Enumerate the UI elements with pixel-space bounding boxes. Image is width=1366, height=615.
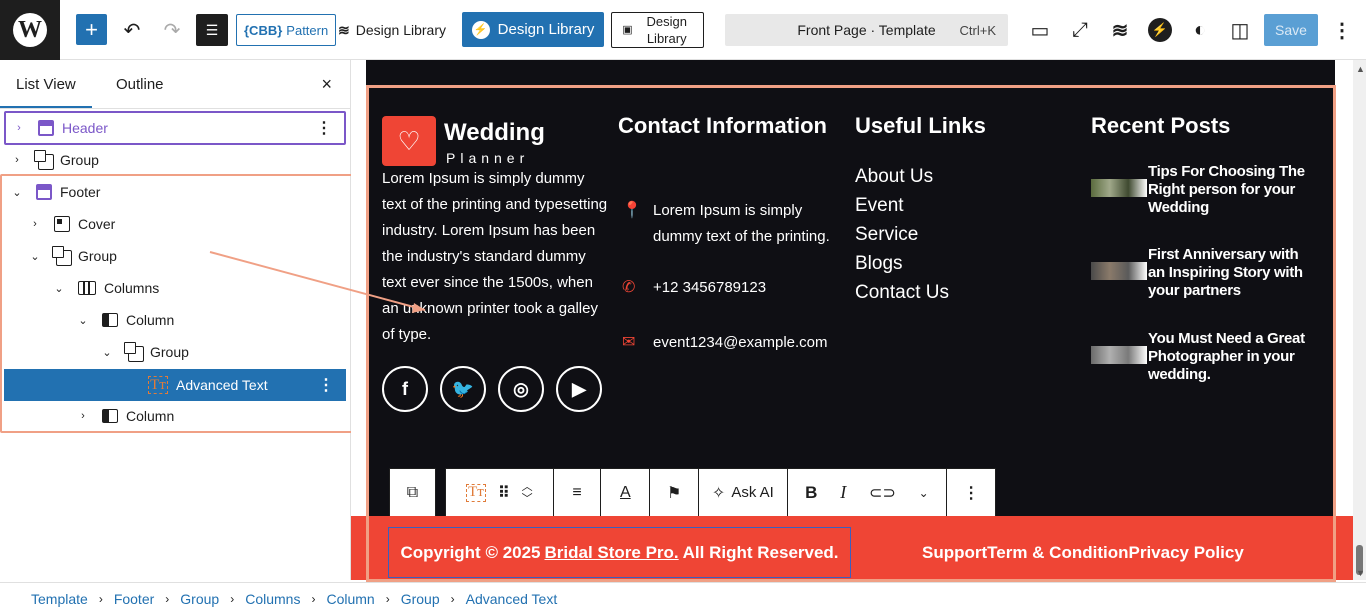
list-item-group[interactable]: › Group	[4, 144, 346, 176]
chevron-right-icon: ›	[385, 592, 390, 606]
column-icon	[102, 409, 118, 423]
chevron-right-icon[interactable]: ›	[76, 410, 90, 422]
editor-topbar: W + ↶ ↷ ☰ {CBB} Pattern ≋ Design Library ⚡…	[0, 0, 1366, 60]
chevron-right-icon: ›	[311, 592, 316, 606]
design-library-primary-button[interactable]: ⚡ Design Library	[462, 12, 604, 47]
chevron-right-icon[interactable]: ›	[10, 154, 24, 166]
chevron-down-icon[interactable]: ⌄	[28, 250, 42, 263]
canvas-gutter-right	[1335, 60, 1353, 580]
more-options-icon[interactable]: ⋮	[318, 375, 334, 395]
scroll-up-icon[interactable]: ▲	[1356, 64, 1365, 74]
tab-outline[interactable]: Outline	[116, 76, 164, 93]
list-item-header[interactable]: › Header ⋮	[4, 111, 346, 145]
chevron-right-icon[interactable]: ›	[12, 122, 26, 134]
list-item-advanced-text[interactable]: Tт Advanced Text ⋮	[4, 369, 346, 401]
tab-list-view[interactable]: List View	[0, 76, 92, 108]
advanced-text-icon: Tт	[148, 376, 168, 394]
list-item-label: Column	[126, 312, 175, 328]
chevron-right-icon: ›	[165, 592, 170, 606]
list-item-label: Group	[150, 344, 189, 360]
command-palette-button[interactable]: Front Page · Template Ctrl+K	[725, 14, 1008, 46]
close-icon[interactable]: ×	[321, 74, 332, 95]
template-part-icon	[36, 184, 52, 200]
list-item-label: Columns	[104, 280, 160, 296]
list-item-column[interactable]: ⌄ Column	[4, 304, 346, 336]
list-item-label: Column	[126, 408, 175, 424]
more-options-icon[interactable]: ⋮	[316, 118, 332, 138]
add-block-button[interactable]: +	[76, 14, 107, 45]
list-item-label: Advanced Text	[176, 377, 268, 393]
group-icon	[124, 342, 144, 362]
pattern-button[interactable]: {CBB} Pattern	[236, 14, 337, 46]
lightning-settings-icon[interactable]: ⚡	[1144, 14, 1176, 46]
list-item-columns[interactable]: ⌄ Columns	[4, 272, 346, 304]
chevron-down-icon[interactable]: ⌄	[100, 346, 114, 359]
list-item-column[interactable]: › Column	[4, 400, 346, 432]
list-item-cover[interactable]: › Cover	[4, 208, 346, 240]
lightning-icon: ⚡	[471, 20, 490, 39]
list-item-label: Header	[62, 120, 108, 136]
stackable-settings-icon[interactable]: ≋	[1104, 14, 1136, 46]
design-library-primary-label: Design Library	[497, 21, 595, 38]
desktop-preview-icon[interactable]: ▭	[1024, 14, 1056, 46]
breadcrumb-advanced-text[interactable]: Advanced Text	[466, 591, 558, 607]
design-library-label: Design Library	[355, 22, 446, 38]
command-shortcut: Ctrl+K	[959, 22, 996, 38]
block-breadcrumbs: Template › Footer › Group › Columns › Column…	[0, 582, 1366, 615]
cbb-icon: {CBB}	[244, 22, 283, 38]
breadcrumb-footer[interactable]: Footer	[114, 591, 154, 607]
fullscreen-icon[interactable]: ⤢	[1064, 14, 1096, 46]
options-menu-icon[interactable]: ⋮	[1326, 14, 1358, 46]
breadcrumb-column[interactable]: Column	[326, 591, 374, 607]
redo-button[interactable]: ↷	[156, 14, 188, 46]
canvas-scrollbar[interactable]: ▲ ▼	[1353, 60, 1366, 580]
column-icon	[102, 313, 118, 327]
chevron-down-icon[interactable]: ⌄	[52, 282, 66, 295]
stackable-icon: ≋	[338, 21, 350, 38]
wordpress-icon: W	[13, 13, 47, 47]
breadcrumb-columns[interactable]: Columns	[245, 591, 300, 607]
list-item-footer[interactable]: ⌄ Footer	[4, 176, 346, 208]
columns-icon	[78, 281, 96, 295]
list-item-label: Footer	[60, 184, 101, 200]
list-item-group[interactable]: ⌄ Group	[4, 240, 346, 272]
library-icon: ▣	[622, 23, 633, 36]
list-view-toggle-button[interactable]: ☰	[196, 14, 228, 46]
chevron-down-icon[interactable]: ⌄	[76, 314, 90, 327]
breadcrumb-group[interactable]: Group	[401, 591, 440, 607]
chevron-right-icon: ›	[450, 592, 455, 606]
breadcrumb-group[interactable]: Group	[180, 591, 219, 607]
breadcrumb-template[interactable]: Template	[31, 591, 88, 607]
chevron-right-icon[interactable]: ›	[28, 218, 42, 230]
cover-icon	[54, 216, 70, 232]
wordpress-logo-button[interactable]: W	[0, 0, 60, 60]
scroll-down-icon[interactable]: ▼	[1356, 568, 1365, 578]
chevron-right-icon: ›	[98, 592, 103, 606]
list-item-label: Cover	[78, 216, 116, 232]
settings-sidebar-icon[interactable]: ◫	[1224, 14, 1256, 46]
save-button[interactable]: Save	[1264, 14, 1318, 46]
template-part-icon	[38, 120, 54, 136]
list-item-group[interactable]: ⌄ Group	[4, 336, 346, 368]
undo-button[interactable]: ↶	[116, 14, 148, 46]
document-title: Front Page · Template	[797, 22, 936, 38]
footer-selection-outline	[366, 85, 1336, 582]
group-icon	[52, 246, 72, 266]
pattern-label: Pattern	[286, 22, 329, 38]
styles-icon[interactable]: ◐	[1184, 14, 1216, 46]
list-item-label: Group	[78, 248, 117, 264]
sidebar-tabs: List View Outline ×	[0, 60, 350, 109]
chevron-down-icon[interactable]: ⌄	[10, 186, 24, 199]
group-icon	[34, 150, 54, 170]
design-library-outline-label: Design Library	[646, 14, 687, 46]
chevron-right-icon: ›	[230, 592, 235, 606]
design-library-outline-button[interactable]: ▣ Design Library	[611, 12, 704, 48]
design-library-button[interactable]: ≋ Design Library	[338, 14, 446, 46]
canvas-gutter-left	[351, 60, 366, 580]
list-item-label: Group	[60, 152, 99, 168]
